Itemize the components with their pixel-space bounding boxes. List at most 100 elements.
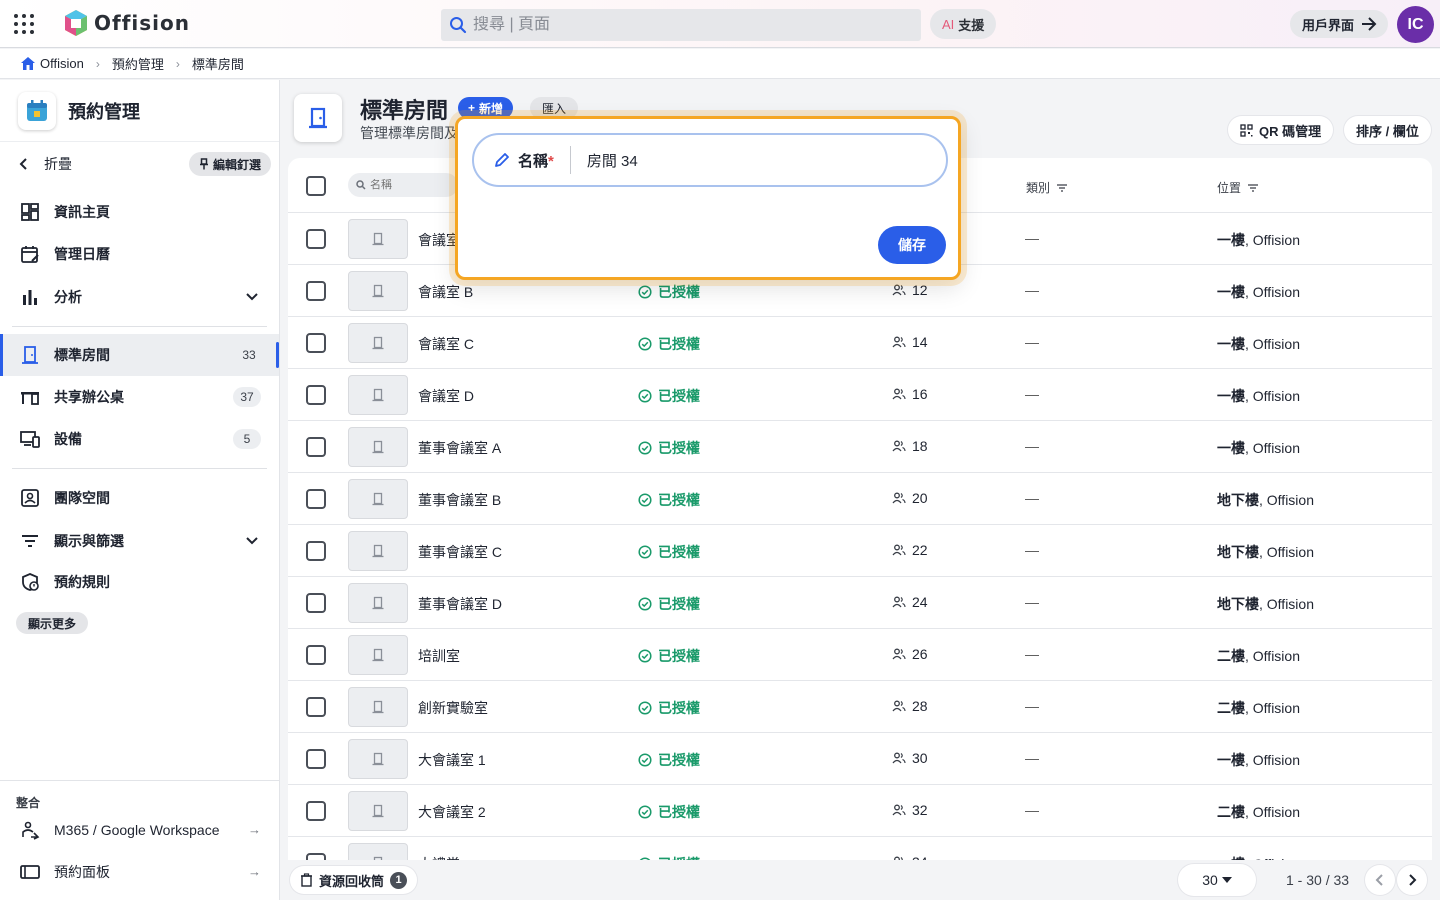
room-name[interactable]: 會議室 C	[418, 334, 474, 354]
app-logo[interactable]: Offision	[64, 9, 190, 37]
location-floor: 一樓	[1217, 336, 1245, 352]
column-header-category[interactable]: 類別	[1026, 179, 1068, 196]
user-avatar[interactable]: IC	[1397, 6, 1434, 43]
location-floor: 一樓	[1217, 752, 1245, 768]
pagination-range: 1 - 30 / 33	[1286, 872, 1350, 888]
edit-pins-button[interactable]: 編輯釘選	[188, 152, 271, 176]
user-interface-button[interactable]: 用戶界面	[1290, 10, 1389, 38]
next-page-button[interactable]	[1397, 865, 1427, 895]
room-name[interactable]: 董事會議室 A	[418, 438, 501, 458]
status-label: 已授權	[658, 336, 700, 352]
column-label: 位置	[1217, 181, 1242, 195]
name-filter-input[interactable]	[370, 179, 450, 191]
table-row[interactable]: 大會議室 2 已授權 32 — 二樓, Offision	[288, 785, 1432, 837]
room-name[interactable]: 董事會議室 B	[418, 490, 501, 510]
show-more-button[interactable]: 顯示更多	[16, 612, 89, 634]
table-row[interactable]: 會議室 D 已授權 16 — 一樓, Offision	[288, 369, 1432, 421]
sidebar-item-m365-google[interactable]: M365 / Google Workspace →	[0, 810, 279, 850]
chevron-right-icon: ›	[95, 56, 100, 71]
row-checkbox[interactable]	[306, 749, 326, 769]
status-badge: 已授權	[638, 750, 700, 770]
table-row[interactable]: 大禮堂已授權34—一樓, Offision	[288, 837, 1432, 860]
app-launcher-icon[interactable]	[14, 14, 34, 34]
table-row[interactable]: 董事會議室 A 已授權 18 — 一樓, Offision	[288, 421, 1432, 473]
sidebar-item-booking-rules[interactable]: 預約規則	[0, 561, 279, 603]
sidebar-item-analytics[interactable]: 分析	[0, 276, 279, 318]
sidebar-item-equipment[interactable]: 設備 5	[0, 418, 279, 460]
table-row[interactable]: 培訓室 已授權 26 — 二樓, Offision	[288, 629, 1432, 681]
qr-management-button[interactable]: QR 碼管理	[1228, 116, 1334, 144]
room-name[interactable]: 董事會議室 C	[418, 542, 502, 562]
row-checkbox[interactable]	[306, 645, 326, 665]
table-row[interactable]: 董事會議室 C 已授權 22 — 地下樓, Offision	[288, 525, 1432, 577]
sort-columns-button[interactable]: 排序 / 欄位	[1344, 116, 1431, 144]
table-row[interactable]: 大會議室 1 已授權 30 — 一樓, Offision	[288, 733, 1432, 785]
table-row[interactable]: 會議室 C 已授權 14 — 一樓, Offision	[288, 317, 1432, 369]
bar-chart-icon	[23, 290, 37, 305]
status-label: 已授權	[658, 700, 700, 716]
pin-icon	[199, 158, 208, 170]
breadcrumb-item[interactable]: 預約管理	[112, 54, 164, 73]
row-checkbox[interactable]	[306, 541, 326, 561]
sidebar-item-dashboard[interactable]: 資訊主頁	[0, 191, 279, 233]
location-floor: 二樓	[1217, 700, 1245, 716]
table-row[interactable]: 創新實驗室 已授權 28 — 二樓, Offision	[288, 681, 1432, 733]
sidebar-item-calendar[interactable]: 管理日曆	[0, 233, 279, 275]
sidebar-item-shared-desks[interactable]: 共享辦公桌 37	[0, 376, 279, 418]
check-circle-icon	[638, 649, 652, 663]
capacity-value: 24	[912, 594, 928, 610]
location-site: , Offision	[1245, 284, 1300, 300]
row-checkbox[interactable]	[306, 853, 326, 860]
room-name[interactable]: 大會議室 2	[418, 802, 486, 822]
room-name[interactable]: 董事會議室 D	[418, 594, 502, 614]
per-page-select[interactable]: 30	[1178, 864, 1256, 896]
search-input[interactable]	[473, 16, 893, 34]
row-checkbox[interactable]	[306, 593, 326, 613]
table-footer: 資源回收筒 1 30 1 - 30 / 33	[280, 860, 1440, 900]
breadcrumb-home[interactable]: Offision	[20, 56, 84, 71]
table-row[interactable]: 董事會議室 D 已授權 24 — 地下樓, Offision	[288, 577, 1432, 629]
location-floor: 一樓	[1217, 440, 1245, 456]
room-name[interactable]: 大會議室 1	[418, 750, 486, 770]
room-name-input[interactable]	[586, 151, 887, 169]
recycle-count-badge: 1	[390, 871, 408, 889]
global-search[interactable]	[441, 9, 921, 41]
select-all-checkbox[interactable]	[306, 176, 326, 196]
ai-support-button[interactable]: AI 支援	[930, 9, 997, 39]
location-site: , Offision	[1245, 700, 1300, 716]
row-checkbox[interactable]	[306, 333, 326, 353]
row-checkbox[interactable]	[306, 489, 326, 509]
recycle-bin-button[interactable]: 資源回收筒 1	[290, 866, 418, 894]
room-name[interactable]: 會議室 B	[418, 282, 473, 302]
row-checkbox[interactable]	[306, 801, 326, 821]
rules-icon	[22, 573, 39, 591]
room-thumbnail	[348, 531, 408, 571]
room-name[interactable]: 會議室 D	[418, 386, 474, 406]
sidebar-item-booking-panel[interactable]: 預約面板 →	[0, 852, 279, 892]
name-field[interactable]: 名稱*	[472, 133, 948, 187]
status-badge: 已授權	[638, 594, 700, 614]
room-location: 二樓, Offision	[1217, 698, 1300, 718]
door-icon	[372, 232, 384, 246]
prev-page-button[interactable]	[1365, 865, 1395, 895]
room-name[interactable]: 培訓室	[418, 646, 460, 666]
door-icon	[372, 440, 384, 454]
row-checkbox[interactable]	[306, 281, 326, 301]
location-site: , Offision	[1259, 492, 1314, 508]
sidebar-item-display-filter[interactable]: 顯示與篩選	[0, 520, 279, 562]
column-header-location[interactable]: 位置	[1217, 179, 1259, 196]
name-filter[interactable]	[348, 173, 458, 197]
row-checkbox[interactable]	[306, 385, 326, 405]
table-row[interactable]: 董事會議室 B 已授權 20 — 地下樓, Offision	[288, 473, 1432, 525]
field-separator	[569, 146, 571, 174]
sidebar-item-team-spaces[interactable]: 團隊空間	[0, 477, 279, 519]
save-button[interactable]: 儲存	[878, 226, 946, 264]
sidebar-item-standard-rooms[interactable]: 標準房間 33	[0, 334, 279, 376]
row-checkbox[interactable]	[306, 229, 326, 249]
room-name[interactable]: 創新實驗室	[418, 698, 488, 718]
door-icon	[22, 346, 38, 364]
row-checkbox[interactable]	[306, 437, 326, 457]
people-icon	[892, 752, 906, 764]
row-checkbox[interactable]	[306, 697, 326, 717]
collapse-sidebar-button[interactable]: 折疊 編輯釘選	[0, 150, 279, 178]
